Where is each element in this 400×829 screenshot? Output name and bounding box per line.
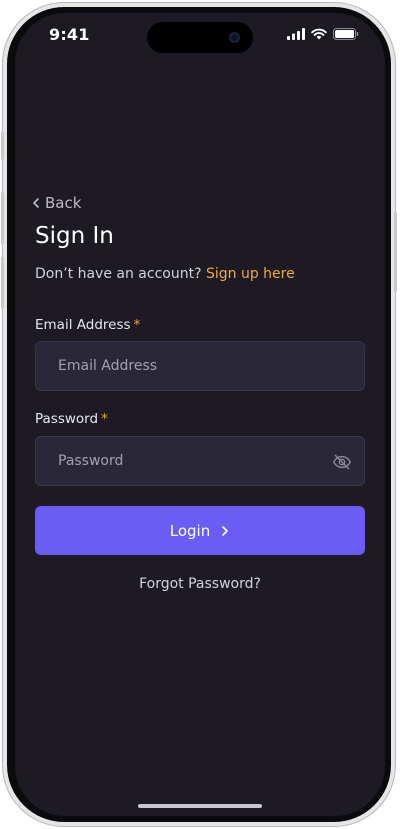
camera-icon bbox=[229, 32, 240, 43]
battery-icon bbox=[333, 28, 359, 40]
back-button[interactable]: Back bbox=[31, 194, 81, 212]
app-screen: 9:41 Back Sign In Don’t have an account?… bbox=[15, 13, 385, 816]
password-input[interactable] bbox=[36, 437, 364, 485]
signup-prompt-line: Don’t have an account? Sign up here bbox=[35, 266, 295, 282]
wifi-icon bbox=[311, 28, 327, 40]
status-time: 9:41 bbox=[49, 25, 90, 44]
volume-down-button bbox=[1, 257, 4, 309]
forgot-password-link[interactable]: Forgot Password? bbox=[15, 576, 385, 592]
dynamic-island bbox=[147, 22, 253, 53]
back-label: Back bbox=[45, 194, 82, 212]
signup-prompt-text: Don’t have an account? bbox=[35, 266, 202, 282]
eye-off-icon[interactable] bbox=[332, 452, 352, 472]
page-title: Sign In bbox=[35, 223, 114, 249]
chevron-right-icon bbox=[222, 525, 229, 536]
password-required-mark: * bbox=[101, 411, 108, 427]
power-button bbox=[394, 212, 397, 292]
email-field-box bbox=[35, 341, 365, 391]
status-bar: 9:41 bbox=[15, 13, 385, 63]
password-label-text: Password bbox=[35, 411, 99, 427]
login-button[interactable]: Login bbox=[35, 506, 365, 555]
chevron-left-icon bbox=[33, 198, 39, 208]
signup-link[interactable]: Sign up here bbox=[206, 266, 295, 282]
email-input[interactable] bbox=[36, 342, 364, 390]
volume-up-button bbox=[1, 192, 4, 244]
status-icons bbox=[287, 28, 359, 40]
cellular-icon bbox=[287, 28, 305, 40]
password-field-box bbox=[35, 436, 365, 486]
password-label: Password * bbox=[35, 411, 108, 427]
action-button bbox=[1, 132, 4, 160]
email-label-text: Email Address bbox=[35, 317, 131, 333]
home-indicator[interactable] bbox=[138, 804, 262, 808]
email-required-mark: * bbox=[133, 317, 141, 333]
email-label: Email Address * bbox=[35, 317, 140, 333]
login-label: Login bbox=[169, 521, 211, 540]
